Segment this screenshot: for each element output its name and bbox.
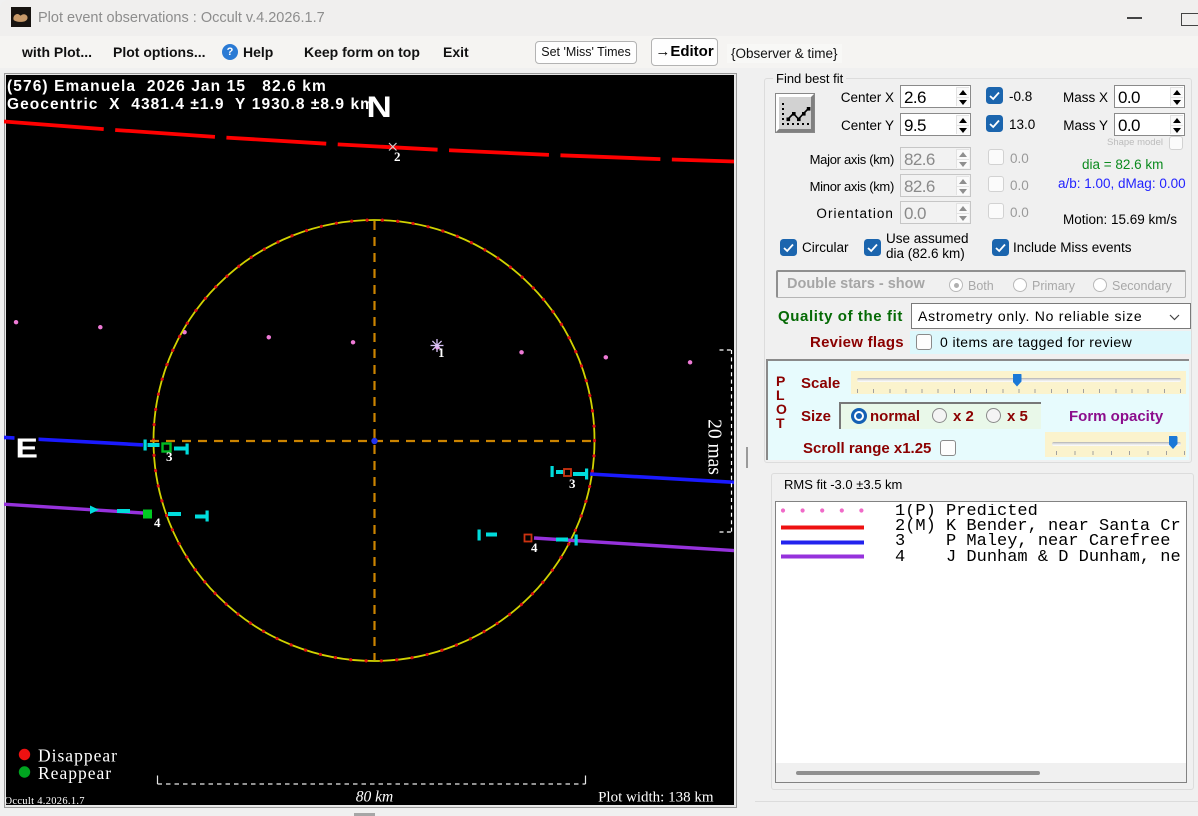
svg-text:E: E	[16, 432, 38, 464]
svg-text:3: 3	[569, 476, 576, 491]
svg-text:4: 4	[531, 540, 538, 555]
svg-text:Geocentric X 4381.4 ±1.9 Y: Geocentric X 4381.4 ±1.9 Y 1930.8 ±8.9 k…	[7, 96, 375, 113]
svg-text:2: 2	[394, 149, 401, 164]
svg-text:(576) Emanuela 2026 Jan 15: (576) Emanuela 2026 Jan 15 82.6 km	[7, 78, 327, 95]
svg-text:20 mas: 20 mas	[704, 419, 725, 475]
svg-text:4: 4	[154, 515, 161, 530]
svg-text:80 km: 80 km	[356, 789, 393, 806]
svg-text:3: 3	[166, 449, 173, 464]
svg-text:Reappear: Reappear	[38, 763, 112, 783]
svg-text:Occult 4.2026.1.7: Occult 4.2026.1.7	[5, 796, 85, 807]
svg-text:1: 1	[438, 345, 445, 360]
svg-text:Plot width: 138 km: Plot width: 138 km	[598, 790, 714, 806]
